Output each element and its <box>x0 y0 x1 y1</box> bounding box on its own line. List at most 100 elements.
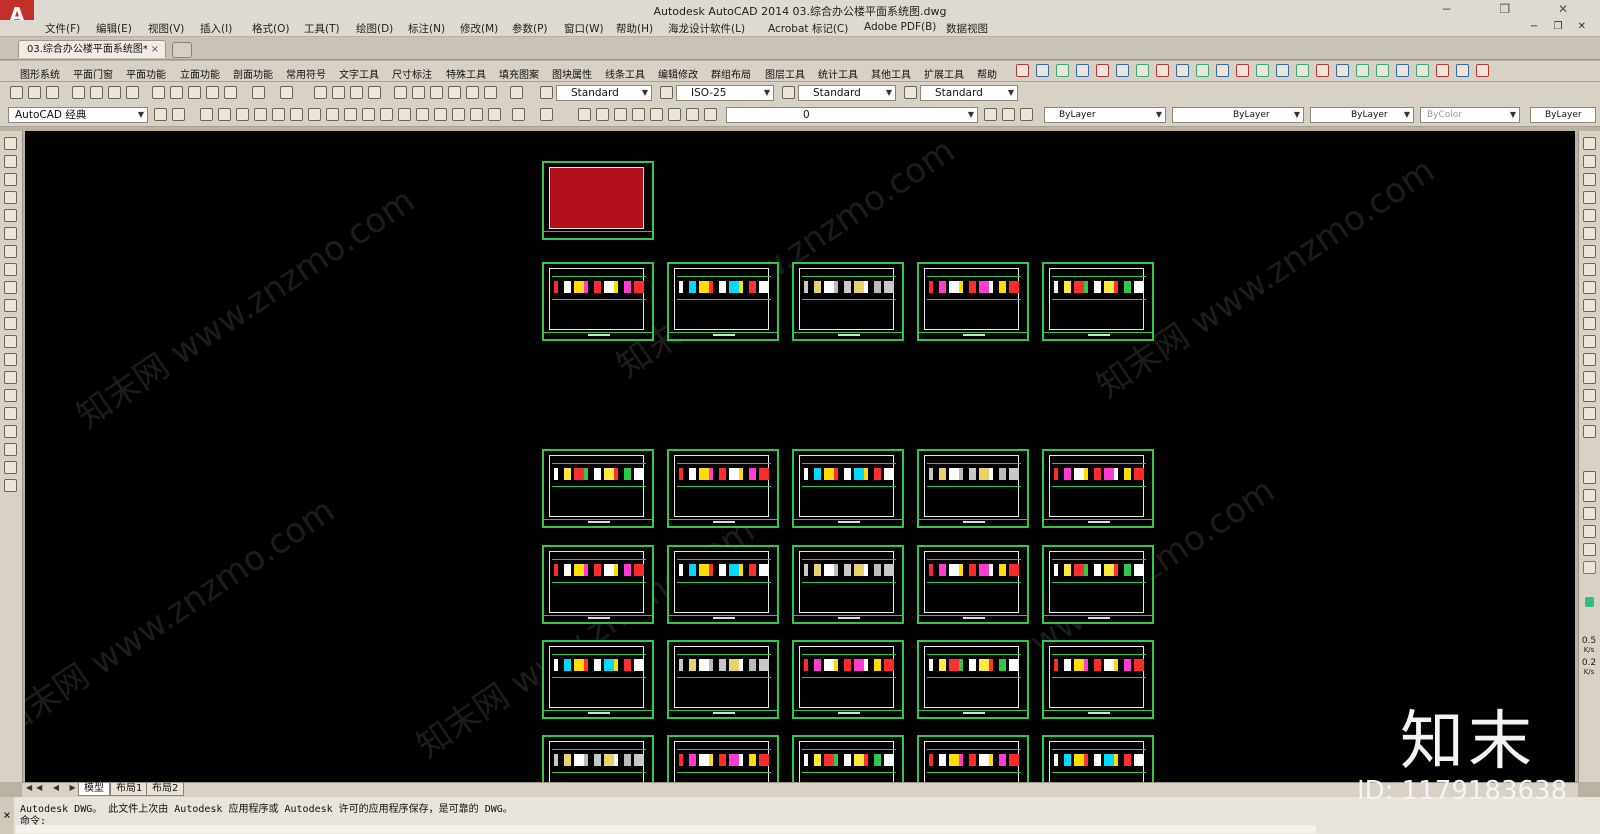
window-controls[interactable]: − ❐ ✕ <box>1442 2 1591 16</box>
offset-icon[interactable] <box>1583 191 1596 204</box>
menu-edit[interactable]: 编辑(E) <box>96 21 132 36</box>
tool-icon[interactable] <box>1076 64 1089 77</box>
layer-tool-icon[interactable] <box>326 108 339 121</box>
drawing-sheet[interactable] <box>667 735 779 782</box>
layer-tool-icon[interactable] <box>650 108 663 121</box>
menu-dimension[interactable]: 标注(N) <box>408 21 445 36</box>
drawing-sheet[interactable] <box>917 262 1029 341</box>
move-icon[interactable] <box>1583 227 1596 240</box>
drawing-sheet[interactable] <box>667 640 779 719</box>
multileader-style-icon[interactable] <box>904 86 917 99</box>
plugin-menu-item[interactable]: 填充图案 <box>499 66 539 81</box>
drawing-sheet[interactable] <box>1042 735 1154 782</box>
menu-insert[interactable]: 插入(I) <box>200 21 232 36</box>
close-icon[interactable]: × <box>0 797 14 834</box>
new-tab-button[interactable] <box>172 42 192 58</box>
menu-window[interactable]: 窗口(W) <box>564 21 604 36</box>
rotate-icon[interactable] <box>1583 245 1596 258</box>
stretch-icon[interactable] <box>1583 281 1596 294</box>
properties-icon[interactable] <box>394 86 407 99</box>
make-block-icon[interactable] <box>4 353 17 366</box>
plugin-menu-item[interactable]: 群组布局 <box>711 66 751 81</box>
drawing-sheet[interactable] <box>667 545 779 624</box>
draw-order-icon[interactable] <box>1583 489 1596 502</box>
scale-icon[interactable] <box>1583 263 1596 276</box>
publish-icon[interactable] <box>108 86 121 99</box>
tool-icon[interactable] <box>1296 64 1309 77</box>
document-tab[interactable]: 03.综合办公楼平面系统图* × <box>18 40 166 58</box>
chamfer-icon[interactable] <box>1583 371 1596 384</box>
menu-hailong[interactable]: 海龙设计软件(L) <box>668 21 745 36</box>
trim-icon[interactable] <box>1583 299 1596 312</box>
plugin-menu-item[interactable]: 图块属性 <box>552 66 592 81</box>
tool-icon[interactable] <box>1376 64 1389 77</box>
menu-file[interactable]: 文件(F) <box>45 21 80 36</box>
color-select[interactable]: ByLayer ▼ <box>1044 107 1166 123</box>
tab-layout1[interactable]: 布局1 <box>110 783 149 796</box>
text-style-select[interactable]: Standard ▼ <box>556 85 652 101</box>
plugin-menu-item[interactable]: 剖面功能 <box>233 66 273 81</box>
workspace-settings-icon[interactable] <box>154 108 167 121</box>
fillet-icon[interactable] <box>1583 389 1596 402</box>
tool-icon[interactable] <box>1216 64 1229 77</box>
drawing-sheet[interactable] <box>1042 640 1154 719</box>
drawing-sheet[interactable] <box>917 735 1029 782</box>
layer-tool-icon[interactable] <box>488 108 501 121</box>
plugin-menu-item[interactable]: 图形系统 <box>20 66 60 81</box>
tool-icon[interactable] <box>1416 64 1429 77</box>
table-icon[interactable] <box>4 443 17 456</box>
text-style-icon[interactable] <box>540 86 553 99</box>
undo-icon[interactable] <box>512 108 525 121</box>
help-icon[interactable] <box>510 86 523 99</box>
layer-select[interactable]: 0 ▼ <box>726 107 978 123</box>
menu-draw[interactable]: 绘图(D) <box>356 21 393 36</box>
plugin-menu-item[interactable]: 线条工具 <box>605 66 645 81</box>
drawing-sheet[interactable] <box>667 449 779 528</box>
menu-data-view[interactable]: 数据视图 <box>946 21 988 36</box>
region-icon[interactable] <box>4 425 17 438</box>
explode-icon[interactable] <box>1583 425 1596 438</box>
plugin-menu-item[interactable]: 帮助 <box>977 66 997 81</box>
revision-cloud-icon[interactable] <box>4 263 17 276</box>
drawing-sheet[interactable] <box>542 449 654 528</box>
layer-tool-icon[interactable] <box>344 108 357 121</box>
layer-properties-icon[interactable] <box>200 108 213 121</box>
menu-modify[interactable]: 修改(M) <box>460 21 498 36</box>
index-drawing-sheet[interactable] <box>542 161 654 240</box>
layer-tool-icon[interactable] <box>614 108 627 121</box>
plugin-menu-item[interactable]: 立面功能 <box>180 66 220 81</box>
drawing-sheet[interactable] <box>917 545 1029 624</box>
plugin-menu-item[interactable]: 其他工具 <box>871 66 911 81</box>
add-selected-icon[interactable] <box>4 479 17 492</box>
match-properties-icon[interactable] <box>206 86 219 99</box>
layer-tool-icon[interactable] <box>362 108 375 121</box>
layer-tool-icon[interactable] <box>218 108 231 121</box>
layer-tool-icon[interactable] <box>578 108 591 121</box>
plugin-menu-item[interactable]: 平面功能 <box>126 66 166 81</box>
menu-parametric[interactable]: 参数(P) <box>512 21 548 36</box>
tool-palettes-icon[interactable] <box>430 86 443 99</box>
layer-tool-icon[interactable] <box>668 108 681 121</box>
tool-icon[interactable] <box>1336 64 1349 77</box>
workspace-select[interactable]: AutoCAD 经典 ▼ <box>8 107 148 123</box>
tool-icon[interactable] <box>1316 64 1329 77</box>
zoom-realtime-icon[interactable] <box>332 86 345 99</box>
plugin-menu-item[interactable]: 特殊工具 <box>446 66 486 81</box>
drawing-sheet[interactable] <box>1042 262 1154 341</box>
tool-icon[interactable] <box>1436 64 1449 77</box>
tab-layout2[interactable]: 布局2 <box>146 783 185 796</box>
construction-line-icon[interactable] <box>4 155 17 168</box>
sheet-set-icon[interactable] <box>448 86 461 99</box>
layer-tool-icon[interactable] <box>452 108 465 121</box>
multiline-text-icon[interactable] <box>4 461 17 474</box>
drawing-sheet[interactable] <box>1042 449 1154 528</box>
dim-style-select[interactable]: ISO-25 ▼ <box>676 85 774 101</box>
markup-icon[interactable] <box>466 86 479 99</box>
drawing-sheet[interactable] <box>667 262 779 341</box>
command-input[interactable] <box>16 825 1316 833</box>
spline-icon[interactable] <box>4 281 17 294</box>
plugin-menu-item[interactable]: 尺寸标注 <box>392 66 432 81</box>
layer-tool-icon[interactable] <box>236 108 249 121</box>
layer-state-icon[interactable] <box>1020 108 1033 121</box>
break-icon[interactable] <box>1583 335 1596 348</box>
